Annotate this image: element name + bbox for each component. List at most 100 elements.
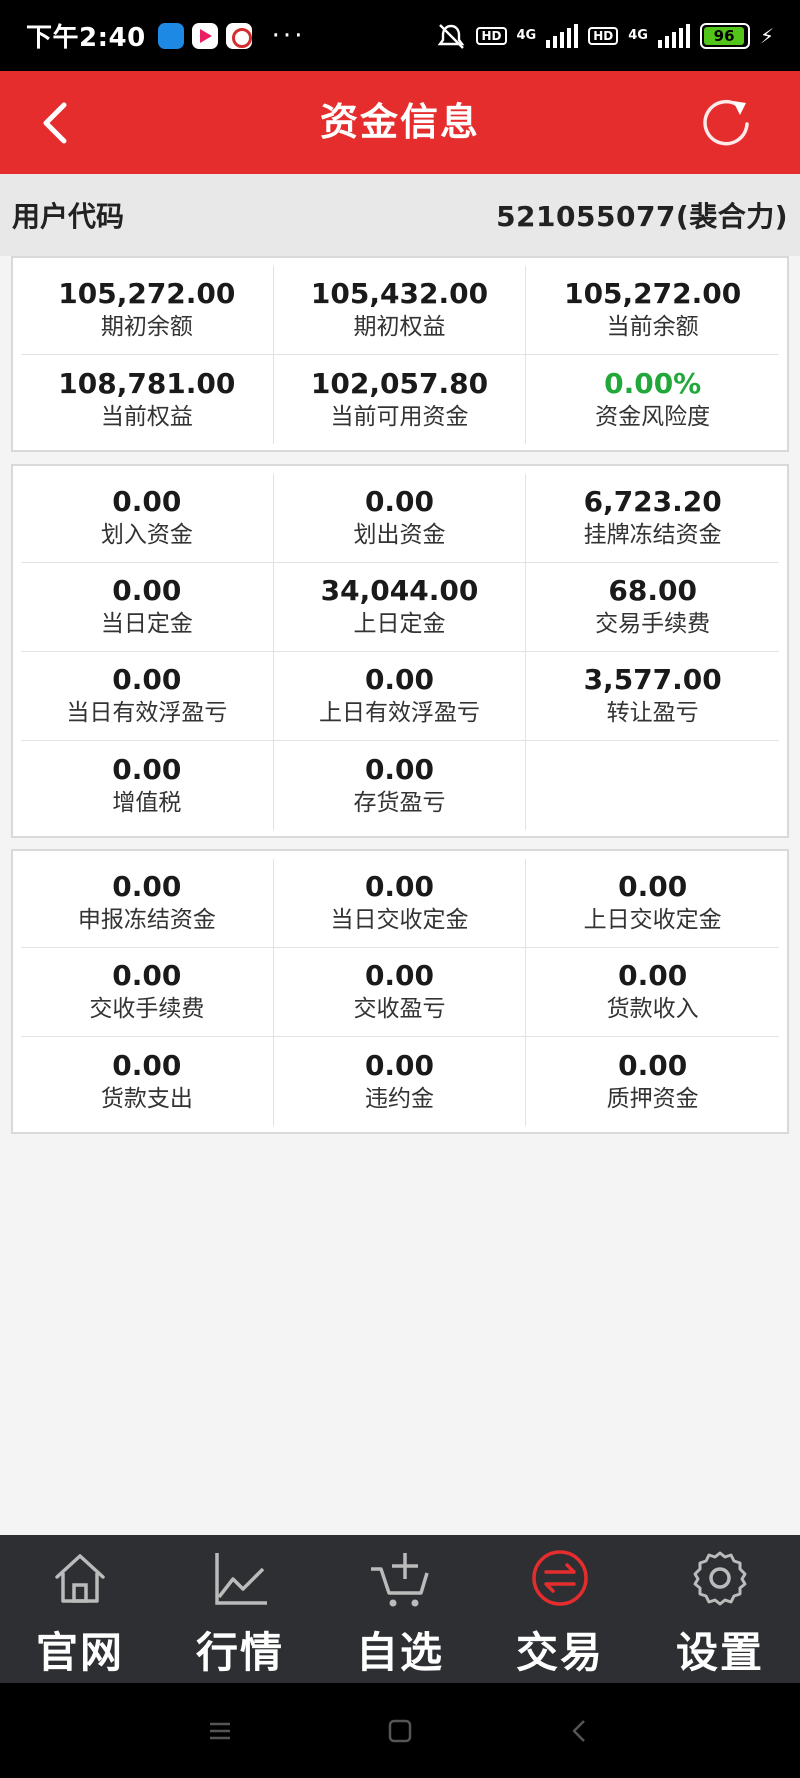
status-bar: 下午2:40 ··· HD 4G HD 4G 96 ⚡ xyxy=(0,0,800,71)
nav-item-watchlist[interactable]: 自选 xyxy=(320,1535,480,1683)
user-code-value: 521055077(裴合力) xyxy=(496,200,788,233)
stat-label: 交收盈亏 xyxy=(353,996,446,1022)
stat-label: 存货盈亏 xyxy=(353,789,446,816)
carrier-app-icon xyxy=(225,22,252,49)
nav-item-home[interactable]: 官网 xyxy=(0,1535,160,1683)
stat-value: 0.00 xyxy=(112,752,182,786)
nav-item-settings[interactable]: 设置 xyxy=(640,1535,800,1683)
video-app-icon xyxy=(191,22,218,49)
stat-cell: 0.00 质押资金 xyxy=(526,1037,779,1126)
status-indicators: HD 4G HD 4G 96 ⚡ xyxy=(436,22,774,50)
mute-bell-icon xyxy=(438,23,465,49)
page-title: 资金信息 xyxy=(319,100,480,144)
network-type-2: 4G xyxy=(628,27,648,43)
stat-cell: 0.00 交收手续费 xyxy=(21,948,274,1037)
stat-cell: 0.00 划入资金 xyxy=(21,474,274,563)
chart-line-icon xyxy=(215,1553,267,1605)
stat-label: 增值税 xyxy=(112,789,182,816)
stat-cell: 0.00 划出资金 xyxy=(273,474,527,563)
stat-cell: 6,723.20 挂牌冻结资金 xyxy=(526,474,779,563)
nav-label: 自选 xyxy=(355,1628,444,1677)
stat-cell: 105,272.00 当前余额 xyxy=(526,266,779,355)
stat-value: 0.00 xyxy=(112,663,182,696)
stat-value: 0.00 xyxy=(618,870,688,903)
stat-value: 3,577.00 xyxy=(583,663,722,696)
stat-label: 当日有效浮盈亏 xyxy=(66,700,228,726)
stat-label: 转让盈亏 xyxy=(606,700,699,726)
stat-label: 期初权益 xyxy=(353,314,446,340)
stat-value: 0.00 xyxy=(112,959,182,992)
back-icon[interactable] xyxy=(565,1716,595,1746)
stat-cell: 0.00 交收盈亏 xyxy=(273,948,527,1037)
stat-label: 上日定金 xyxy=(353,611,446,637)
home-icon xyxy=(55,1554,105,1603)
stat-value: 0.00 xyxy=(112,870,182,903)
stat-cell: 0.00 违约金 xyxy=(274,1037,527,1126)
menu-icon[interactable] xyxy=(205,1716,235,1746)
stat-cell: 0.00 增值税 xyxy=(21,741,274,830)
stat-label: 当前权益 xyxy=(100,403,193,430)
stat-value: 0.00 xyxy=(112,1048,182,1082)
charging-icon: ⚡ xyxy=(759,23,774,48)
stat-cell: 3,577.00 转让盈亏 xyxy=(526,652,779,741)
stat-value: 105,272.00 xyxy=(564,277,742,310)
stat-value: 34,044.00 xyxy=(320,574,479,607)
status-app-icons xyxy=(157,22,252,49)
stat-label: 划入资金 xyxy=(100,522,193,548)
chat-app-icon xyxy=(157,22,184,49)
stat-cell: 0.00 申报冻结资金 xyxy=(21,859,274,948)
cart-add-icon xyxy=(371,1553,429,1607)
stat-cell: 68.00 交易手续费 xyxy=(526,563,779,652)
stat-value: 105,432.00 xyxy=(310,277,489,310)
stat-cell: 0.00 上日有效浮盈亏 xyxy=(273,652,527,741)
stat-label: 货款收入 xyxy=(606,996,699,1022)
settlement-panel: 0.00 申报冻结资金 0.00 当日交收定金 0.00 上日交收定金 0.00 交收手… xyxy=(11,849,789,1134)
nav-item-trade[interactable]: 交易 xyxy=(480,1535,640,1683)
user-code-label: 用户代码 xyxy=(12,200,125,233)
stat-cell: 102,057.80 当前可用资金 xyxy=(274,355,527,444)
stat-cell: 0.00 当日有效浮盈亏 xyxy=(21,652,274,741)
signal-icon xyxy=(546,23,579,48)
stat-label: 当日交收定金 xyxy=(330,907,469,933)
stat-cell: 0.00 存货盈亏 xyxy=(274,741,527,830)
stat-cell: 0.00 当日定金 xyxy=(21,563,274,652)
stat-cell: 0.00 货款支出 xyxy=(21,1037,274,1126)
stat-value: 0.00 xyxy=(112,574,182,607)
stat-cell: 105,272.00 期初余额 xyxy=(21,266,274,355)
stat-value: 0.00 xyxy=(364,485,435,518)
stat-cell: 0.00 当日交收定金 xyxy=(273,859,527,948)
network-type: 4G xyxy=(516,27,537,43)
stat-label: 资金风险度 xyxy=(595,403,711,430)
risk-value: 0.00% xyxy=(604,366,702,400)
stat-label: 上日有效浮盈亏 xyxy=(318,700,480,726)
stat-cell: 0.00 货款收入 xyxy=(526,948,779,1037)
stat-cell: 108,781.00 当前权益 xyxy=(21,355,274,444)
stat-value: 0.00 xyxy=(364,870,435,903)
nav-label: 设置 xyxy=(675,1628,764,1677)
home-square-icon[interactable] xyxy=(385,1716,415,1746)
stat-label: 质押资金 xyxy=(606,1085,699,1112)
stat-value: 0.00 xyxy=(618,959,688,992)
stat-value: 0.00 xyxy=(364,959,435,992)
stat-label: 违约金 xyxy=(364,1085,434,1112)
status-time: 下午2:40 xyxy=(26,23,146,53)
stat-value: 0.00 xyxy=(364,752,435,786)
stat-label: 当日定金 xyxy=(100,611,193,637)
nav-item-market[interactable]: 行情 xyxy=(160,1535,320,1683)
stat-value: 105,272.00 xyxy=(58,277,236,310)
refresh-icon[interactable] xyxy=(700,97,754,151)
stat-cell: 0.00% 资金风险度 xyxy=(526,355,779,444)
stat-cell: 0.00 上日交收定金 xyxy=(526,859,779,948)
stat-value: 0.00 xyxy=(112,485,182,518)
stat-label: 交易手续费 xyxy=(595,611,711,637)
stat-label: 期初余额 xyxy=(100,314,193,340)
battery-level: 96 xyxy=(703,26,745,45)
exchange-icon xyxy=(532,1550,588,1606)
stat-value: 0.00 xyxy=(364,1048,435,1082)
nav-label: 官网 xyxy=(35,1628,124,1677)
hd-badge: HD xyxy=(476,26,507,45)
stat-value: 0.00 xyxy=(618,1048,688,1082)
hd-badge-2: HD xyxy=(588,26,619,45)
stat-value: 0.00 xyxy=(364,663,435,696)
stat-value: 6,723.20 xyxy=(583,485,722,518)
